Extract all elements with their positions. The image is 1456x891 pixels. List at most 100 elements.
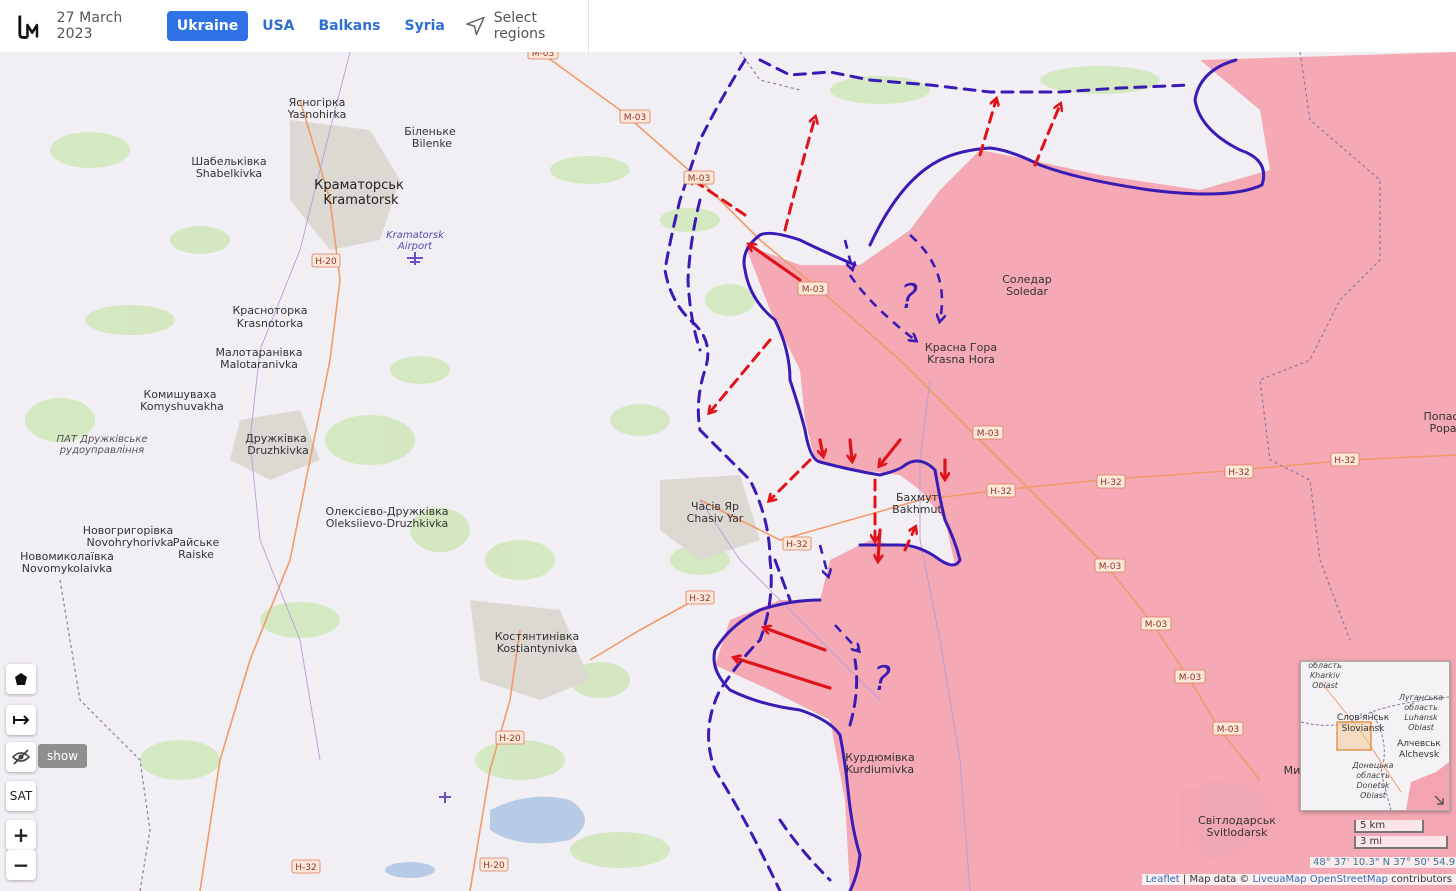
- city-label-en: Kostiantynivka: [497, 642, 578, 655]
- svg-text:Oblast: Oblast: [1360, 791, 1387, 800]
- liveuamap-link[interactable]: LiveuaMap: [1253, 874, 1307, 885]
- road-shield: H-32: [1330, 452, 1360, 467]
- city-label-en: Shabelkivka: [196, 167, 262, 180]
- svg-text:H-32: H-32: [1228, 468, 1249, 478]
- city-label-en: Kramatorsk: [323, 193, 399, 208]
- svg-text:H-20: H-20: [499, 734, 521, 744]
- airport-label: Airport: [397, 241, 433, 252]
- svg-text:Luhansk: Luhansk: [1404, 713, 1438, 722]
- leaflet-link[interactable]: Leaflet: [1146, 874, 1180, 885]
- road-shield: M-03: [972, 425, 1004, 440]
- city-label-en: Svitlodarsk: [1207, 826, 1269, 839]
- osm-link[interactable]: OpenStreetMap: [1310, 874, 1388, 885]
- measure-button[interactable]: [6, 705, 36, 735]
- tab-syria[interactable]: Syria: [395, 11, 455, 41]
- tab-ukraine[interactable]: Ukraine: [166, 11, 249, 41]
- attribution: Leaflet | Map data © LiveuaMap OpenStree…: [1141, 874, 1456, 885]
- logo-icon[interactable]: [16, 11, 45, 41]
- road-shield: H-32: [1224, 464, 1254, 479]
- toggle-visibility-button[interactable]: [6, 742, 36, 772]
- eye-off-icon: [12, 749, 30, 765]
- draw-polygon-button[interactable]: [6, 664, 36, 694]
- road-shield: H-32: [782, 536, 812, 551]
- svg-text:M-03: M-03: [802, 285, 824, 295]
- road-shield: M-03: [1140, 616, 1172, 631]
- select-regions-button[interactable]: Select regions: [465, 10, 588, 42]
- road-shield: M-03: [1212, 721, 1244, 736]
- road-shield: H-20: [311, 253, 341, 268]
- svg-text:Oblast: Oblast: [1312, 681, 1339, 690]
- city-label-uk: Краматорськ: [314, 178, 404, 193]
- svg-text:M-03: M-03: [688, 174, 710, 184]
- svg-text:область: область: [1356, 771, 1390, 780]
- svg-text:Слов'янськ: Слов'янськ: [1337, 713, 1390, 723]
- svg-text:H-32: H-32: [1100, 478, 1121, 488]
- road-shield: M-03: [527, 52, 559, 60]
- svg-text:область: область: [1308, 662, 1342, 670]
- svg-text:область: область: [1404, 703, 1438, 712]
- question-mark-north: ?: [900, 277, 918, 317]
- scale-imperial: 3 mi: [1354, 836, 1448, 849]
- city-label-en: Krasna Hora: [927, 353, 995, 366]
- road-shield: M-03: [1094, 558, 1126, 573]
- airport-label: Kramatorsk: [386, 230, 445, 241]
- svg-text:H-20: H-20: [483, 861, 505, 871]
- polygon-icon: [15, 673, 27, 685]
- svg-text:Луганська: Луганська: [1398, 693, 1443, 702]
- tab-usa[interactable]: USA: [252, 11, 304, 41]
- svg-text:H-20: H-20: [315, 257, 337, 267]
- satellite-toggle[interactable]: SAT: [6, 781, 36, 811]
- svg-text:Донецька: Донецька: [1351, 761, 1393, 770]
- city-label-uk: Красноторка: [232, 304, 307, 317]
- city-label-en: Kurdiumivka: [846, 763, 914, 776]
- road-shield: M-03: [619, 109, 651, 124]
- mine-label: ПАТ Дружківське: [56, 433, 147, 445]
- svg-text:M-03: M-03: [977, 429, 999, 439]
- road-shield: H-32: [685, 590, 715, 605]
- minimap[interactable]: область Kharkiv Oblast Луганська область…: [1300, 661, 1450, 811]
- city-label-en: Oleksiievo-Druzhkivka: [326, 517, 448, 530]
- measure-icon: [13, 715, 30, 725]
- svg-text:Oblast: Oblast: [1408, 723, 1435, 732]
- svg-text:H-32: H-32: [689, 594, 710, 604]
- city-label-en: Krasnotorka: [237, 317, 303, 330]
- svg-text:Sloviansk: Sloviansk: [1342, 724, 1385, 734]
- city-label-en: Novohryhorivka: [87, 536, 174, 549]
- zoom-out-button[interactable]: −: [6, 850, 36, 880]
- map-svg[interactable]: ? ? M-03 M-03 M-03 M-03 M-03 M-03 M-03 M…: [0, 52, 1456, 891]
- minimap-svg: область Kharkiv Oblast Луганська область…: [1301, 662, 1449, 810]
- svg-text:Alchevsk: Alchevsk: [1399, 750, 1440, 760]
- scale-metric: 5 km: [1354, 820, 1424, 833]
- svg-text:H-32: H-32: [990, 487, 1011, 497]
- svg-text:H-32: H-32: [295, 863, 316, 873]
- svg-text:H-32: H-32: [786, 540, 807, 550]
- top-bar-fill: [589, 0, 1456, 52]
- map-canvas[interactable]: ? ? M-03 M-03 M-03 M-03 M-03 M-03 M-03 M…: [0, 52, 1456, 891]
- city-label-edge: Рора: [1429, 422, 1456, 435]
- road-shield: M-03: [1174, 669, 1206, 684]
- city-label-edge: Ми: [1284, 764, 1301, 777]
- map-date: 27 March 2023: [56, 10, 123, 42]
- svg-text:Donetsk: Donetsk: [1357, 781, 1390, 790]
- road-shield: H-20: [495, 730, 525, 745]
- city-label-en: Malotaranivka: [220, 358, 298, 371]
- select-regions-label: Select regions: [493, 10, 546, 42]
- svg-text:M-03: M-03: [1179, 673, 1201, 683]
- road-shield: H-20: [479, 857, 509, 872]
- city-label-en: Soledar: [1006, 285, 1048, 298]
- road-shield: H-32: [986, 483, 1016, 498]
- mine-label: рудоуправління: [59, 444, 144, 456]
- city-label-en: Bakhmut: [892, 503, 942, 516]
- road-shield: H-32: [1096, 474, 1126, 489]
- navigation-arrow-icon: [465, 16, 485, 36]
- city-label-en: Yasnohirka: [287, 108, 347, 121]
- city-label-en: Komyshuvakha: [140, 400, 224, 413]
- road-shield: M-03: [683, 170, 715, 185]
- show-button[interactable]: show: [38, 744, 88, 768]
- top-bar: 27 March 2023 Ukraine USA Balkans Syria …: [0, 0, 589, 52]
- svg-text:M-03: M-03: [532, 52, 554, 59]
- svg-text:M-03: M-03: [1217, 725, 1239, 735]
- tab-balkans[interactable]: Balkans: [309, 11, 391, 41]
- zoom-in-button[interactable]: +: [6, 820, 36, 850]
- svg-text:Kharkiv: Kharkiv: [1310, 671, 1340, 680]
